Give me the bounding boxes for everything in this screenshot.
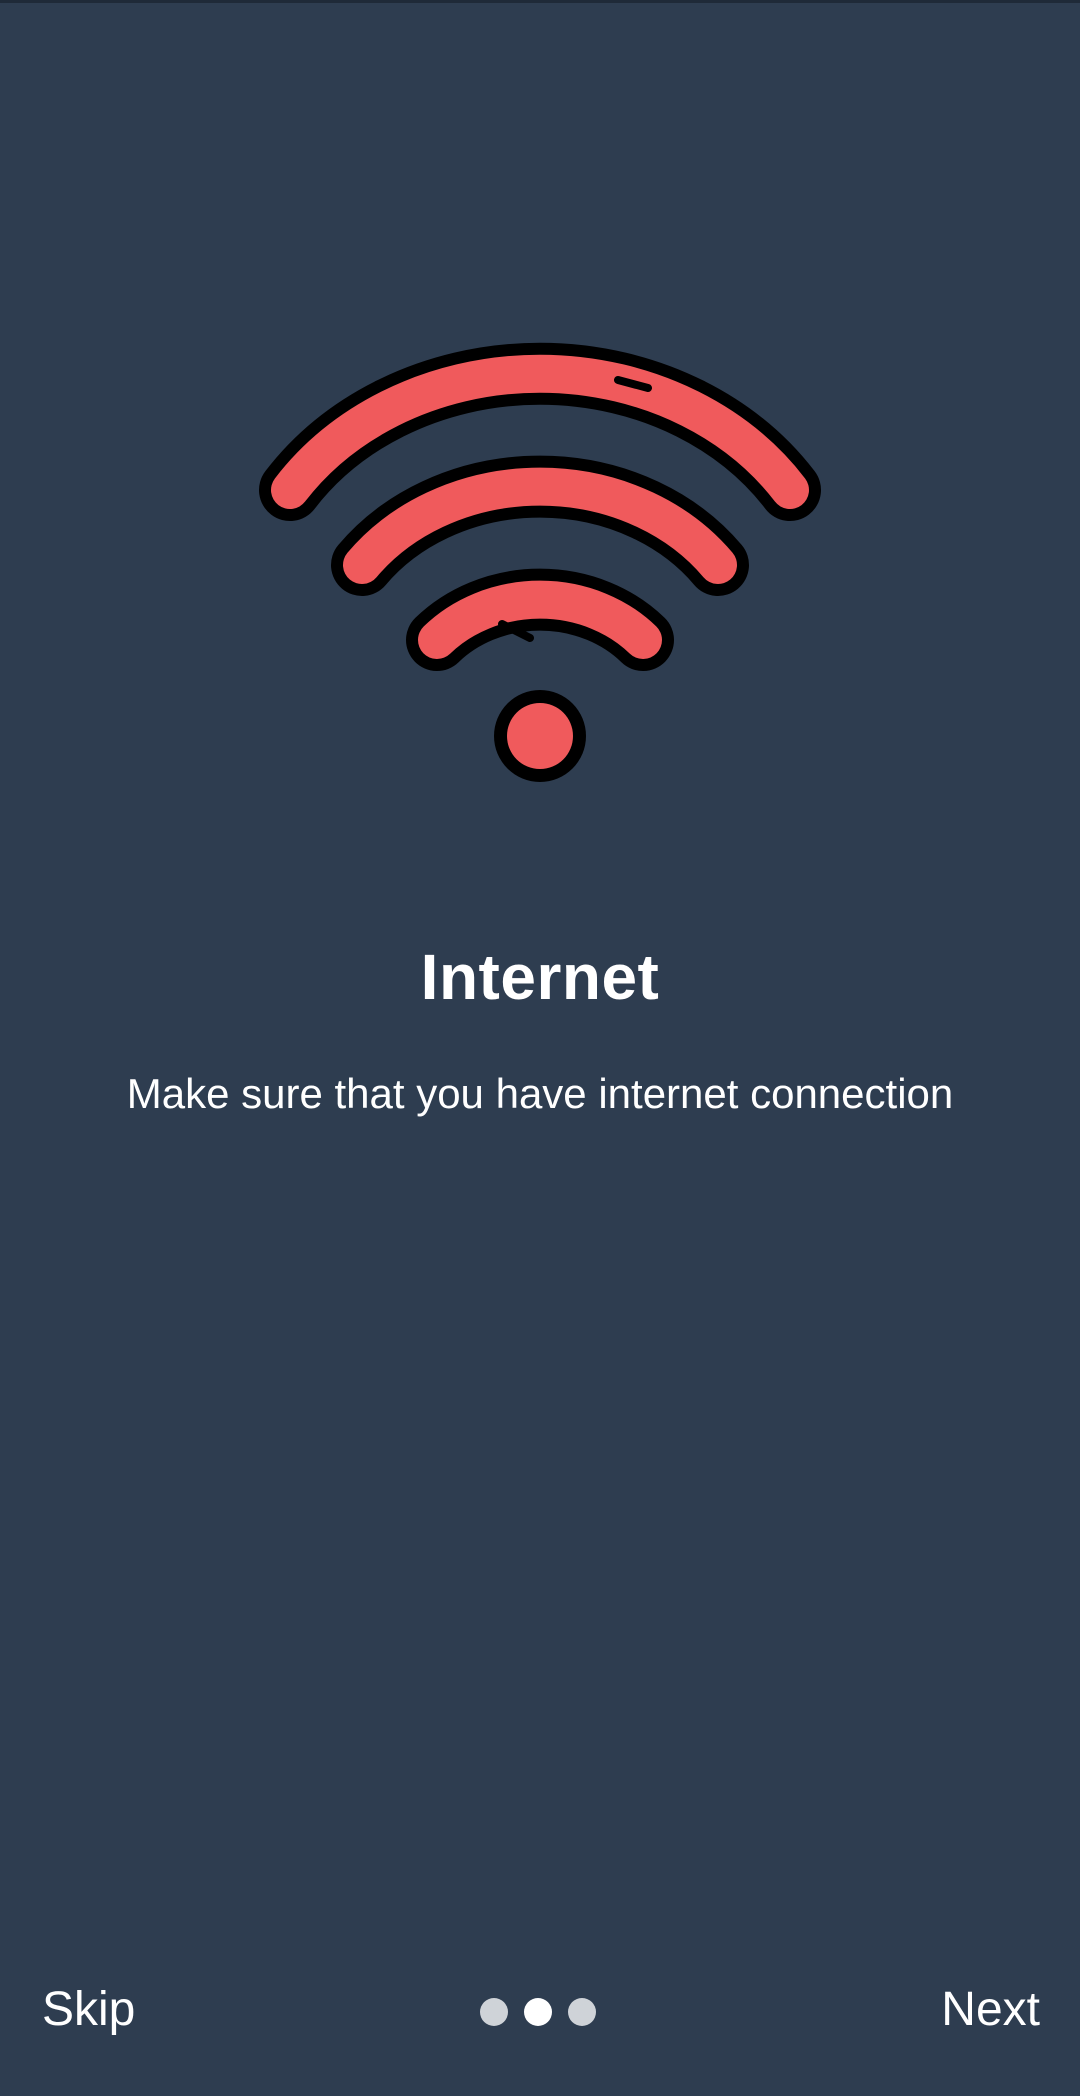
wifi-icon (259, 342, 821, 782)
top-edge (0, 0, 1080, 3)
page-indicator-dot[interactable] (480, 1998, 508, 2026)
page-title: Internet (420, 941, 660, 1013)
hero-illustration (240, 340, 840, 800)
next-button[interactable]: Next (941, 1960, 1040, 2060)
page-subtitle: Make sure that you have internet connect… (126, 1070, 954, 1117)
page-indicator-dot[interactable] (568, 1998, 596, 2026)
onboarding-nav-bar: Skip Next (0, 1960, 1080, 2060)
skip-button[interactable]: Skip (42, 1960, 135, 2060)
page-indicator (480, 1998, 600, 2028)
page-indicator-dot-active[interactable] (524, 1998, 552, 2026)
